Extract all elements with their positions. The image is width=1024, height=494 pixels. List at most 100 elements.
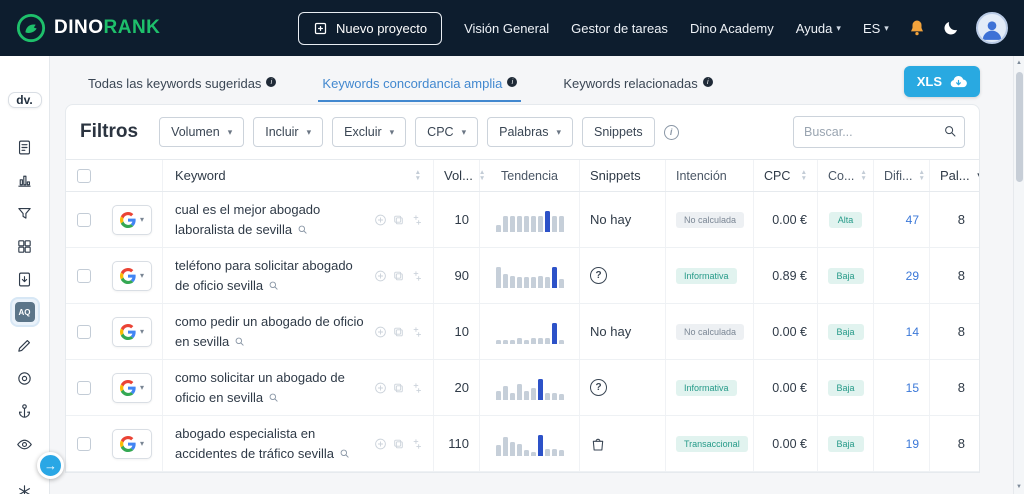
keyword-text[interactable]: abogado especialista en accidentes de tr… bbox=[175, 426, 334, 461]
nav-dino-academy[interactable]: Dino Academy bbox=[690, 21, 774, 36]
copy-icon[interactable] bbox=[392, 269, 405, 282]
filter-excluir-dropdown[interactable]: Excluir ▾ bbox=[332, 117, 407, 147]
difficulty-link[interactable]: 47 bbox=[906, 213, 919, 227]
info-icon[interactable]: i bbox=[507, 77, 518, 87]
row-checkbox[interactable] bbox=[77, 380, 91, 395]
scroll-down-arrow-icon[interactable]: ▼ bbox=[1014, 484, 1024, 490]
info-icon[interactable]: i bbox=[266, 77, 277, 87]
scroll-up-arrow-icon[interactable]: ▲ bbox=[1014, 60, 1024, 66]
col-header-dificultad[interactable]: Difi... ▲ ▼ bbox=[873, 160, 929, 191]
difficulty-link[interactable]: 29 bbox=[906, 269, 919, 283]
send-to-project-icon[interactable] bbox=[410, 325, 423, 338]
add-keyword-icon[interactable] bbox=[374, 381, 387, 394]
difficulty-link[interactable]: 19 bbox=[906, 437, 919, 451]
row-checkbox[interactable] bbox=[77, 436, 91, 451]
google-engine-selector[interactable]: ▾ bbox=[112, 204, 152, 235]
sidebar-item-target[interactable] bbox=[12, 365, 38, 391]
add-keyword-icon[interactable] bbox=[374, 269, 387, 282]
send-to-project-icon[interactable] bbox=[410, 381, 423, 394]
dark-mode-moon-icon[interactable] bbox=[942, 19, 960, 37]
col-label: Co... bbox=[828, 168, 855, 183]
vertical-scrollbar[interactable]: ▲ ▼ bbox=[1013, 56, 1024, 494]
user-avatar[interactable] bbox=[976, 12, 1008, 44]
nav-gestor-tareas[interactable]: Gestor de tareas bbox=[571, 21, 668, 36]
filter-volumen-dropdown[interactable]: Volumen ▾ bbox=[159, 117, 245, 147]
row-checkbox[interactable] bbox=[77, 268, 91, 283]
sidebar-item-pdf-export[interactable] bbox=[12, 266, 38, 292]
sidebar-dinobrain-logo[interactable]: dv. bbox=[7, 92, 42, 108]
add-keyword-icon[interactable] bbox=[374, 325, 387, 338]
filter-snippets-button[interactable]: Snippets bbox=[581, 117, 655, 147]
row-checkbox[interactable] bbox=[77, 212, 91, 227]
search-input[interactable] bbox=[793, 116, 965, 148]
google-engine-selector[interactable]: ▾ bbox=[112, 372, 152, 403]
filter-incluir-dropdown[interactable]: Incluir ▾ bbox=[253, 117, 324, 147]
difficulty-link[interactable]: 15 bbox=[906, 381, 919, 395]
copy-icon[interactable] bbox=[392, 325, 405, 338]
keyword-search-icon[interactable] bbox=[234, 336, 245, 347]
sort-icon[interactable]: ▲ ▼ bbox=[415, 170, 421, 181]
row-checkbox[interactable] bbox=[77, 324, 91, 339]
filter-palabras-dropdown[interactable]: Palabras ▾ bbox=[487, 117, 573, 147]
sidebar-item-visibility[interactable] bbox=[12, 431, 38, 457]
keyword-text[interactable]: como pedir un abogado de oficio en sevil… bbox=[175, 314, 364, 349]
copy-icon[interactable] bbox=[392, 213, 405, 226]
notifications-bell-icon[interactable] bbox=[908, 19, 926, 37]
nav-ayuda[interactable]: Ayuda ▾ bbox=[796, 21, 841, 36]
sidebar-item-analytics[interactable] bbox=[12, 167, 38, 193]
brand-text: DINORANK bbox=[54, 17, 161, 38]
col-header-keyword[interactable]: Keyword ▲ ▼ bbox=[162, 160, 433, 191]
sort-icon[interactable]: ▲ ▼ bbox=[918, 170, 924, 181]
filter-cpc-dropdown[interactable]: CPC ▾ bbox=[415, 117, 479, 147]
sidebar-item-editor[interactable] bbox=[12, 332, 38, 358]
google-engine-selector[interactable]: ▾ bbox=[112, 428, 152, 459]
nav-language-selector[interactable]: ES ▾ bbox=[863, 21, 889, 36]
difficulty-link[interactable]: 14 bbox=[906, 325, 919, 339]
export-xls-button[interactable]: XLS bbox=[903, 66, 980, 97]
trend-chart bbox=[495, 320, 564, 344]
sidebar-item-settings[interactable] bbox=[12, 478, 38, 494]
add-keyword-icon[interactable] bbox=[374, 213, 387, 226]
keyword-text[interactable]: teléfono para solicitar abogado de ofici… bbox=[175, 258, 353, 293]
col-header-competencia[interactable]: Co... ▲ ▼ bbox=[817, 160, 873, 191]
sidebar-item-anchor-text[interactable] bbox=[12, 398, 38, 424]
select-all-checkbox[interactable] bbox=[77, 168, 91, 183]
sort-desc-icon[interactable]: ▼ bbox=[976, 171, 979, 180]
new-project-button[interactable]: Nuevo proyecto bbox=[298, 11, 443, 45]
tab-todas-las-keywords[interactable]: Todas las keywords sugeridas i bbox=[84, 70, 280, 100]
google-engine-selector[interactable]: ▾ bbox=[112, 260, 152, 291]
col-header-palabras[interactable]: Pal... ▼ bbox=[929, 160, 979, 191]
info-icon[interactable]: i bbox=[663, 124, 679, 140]
keyword-search-icon[interactable] bbox=[339, 448, 350, 459]
search-icon[interactable] bbox=[943, 124, 957, 143]
sidebar-expand-button[interactable]: → bbox=[37, 452, 64, 479]
nav-vision-general[interactable]: Visión General bbox=[464, 21, 549, 36]
sidebar-item-keyword-research[interactable]: AQ bbox=[11, 299, 38, 325]
topbar: DINORANK Nuevo proyecto Visión General G… bbox=[0, 0, 1024, 56]
google-g-icon bbox=[119, 267, 136, 284]
info-icon[interactable]: i bbox=[702, 77, 713, 87]
sort-icon[interactable]: ▲ ▼ bbox=[860, 170, 866, 181]
col-header-volumen[interactable]: Vol... ▲ ▼ bbox=[433, 160, 485, 191]
words-count: 8 bbox=[929, 248, 979, 303]
add-keyword-icon[interactable] bbox=[374, 437, 387, 450]
send-to-project-icon[interactable] bbox=[410, 437, 423, 450]
keyword-text[interactable]: como solicitar un abogado de oficio en s… bbox=[175, 370, 345, 405]
row-actions bbox=[374, 213, 423, 226]
google-engine-selector[interactable]: ▾ bbox=[112, 316, 152, 347]
scrollbar-thumb[interactable] bbox=[1015, 72, 1023, 182]
sidebar-item-modules[interactable] bbox=[12, 233, 38, 259]
keyword-search-icon[interactable] bbox=[268, 280, 279, 291]
sidebar-item-filter[interactable] bbox=[12, 200, 38, 226]
copy-icon[interactable] bbox=[392, 437, 405, 450]
keyword-search-icon[interactable] bbox=[297, 224, 308, 235]
sort-icon[interactable]: ▲ ▼ bbox=[801, 170, 807, 181]
keyword-search-icon[interactable] bbox=[268, 392, 279, 403]
sidebar-item-reports[interactable] bbox=[12, 134, 38, 160]
copy-icon[interactable] bbox=[392, 381, 405, 394]
col-header-cpc[interactable]: CPC ▲ ▼ bbox=[753, 160, 817, 191]
send-to-project-icon[interactable] bbox=[410, 213, 423, 226]
tab-concordancia-amplia[interactable]: Keywords concordancia amplia i bbox=[318, 70, 522, 102]
send-to-project-icon[interactable] bbox=[410, 269, 423, 282]
tab-keywords-relacionadas[interactable]: Keywords relacionadas i bbox=[559, 70, 716, 100]
